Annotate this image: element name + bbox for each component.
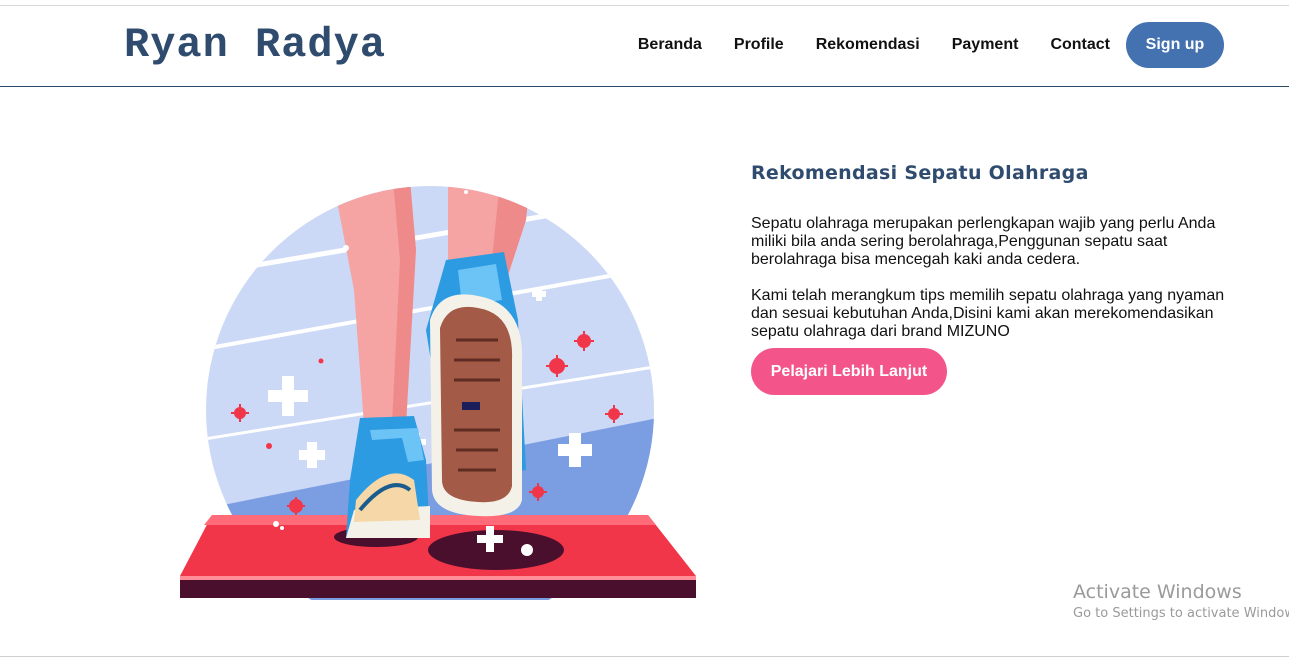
nav-link-payment[interactable]: Payment (952, 22, 1019, 68)
nav-link-contact[interactable]: Contact (1050, 22, 1110, 68)
activate-windows-watermark: Activate Windows Go to Settings to activ… (1073, 580, 1289, 623)
site-header: Ryan Radya Beranda Profile Rekomendasi P… (0, 6, 1289, 87)
activate-windows-subtitle: Go to Settings to activate Windows. (1073, 606, 1289, 621)
activate-windows-title: Activate Windows (1073, 581, 1242, 603)
signup-button[interactable]: Sign up (1126, 22, 1224, 68)
site-logo[interactable]: Ryan Radya (124, 20, 386, 70)
learn-more-button[interactable]: Pelajari Lebih Lanjut (751, 348, 947, 395)
hero-paragraph-2: Kami telah merangkum tips memilih sepatu… (751, 287, 1225, 340)
nav-link-beranda[interactable]: Beranda (638, 22, 702, 68)
hero-heading: Rekomendasi Sepatu Olahraga (751, 162, 1089, 184)
nav-link-profile[interactable]: Profile (734, 22, 784, 68)
running-shoes-illustration (180, 186, 696, 600)
nav-link-rekomendasi[interactable]: Rekomendasi (816, 22, 920, 68)
main-nav: Beranda Profile Rekomendasi Payment Cont… (638, 22, 1224, 68)
hero-content: Rekomendasi Sepatu Olahraga Sepatu olahr… (751, 160, 1241, 395)
bottom-divider (0, 656, 1289, 657)
hero-paragraph-1: Sepatu olahraga merupakan perlengkapan w… (751, 215, 1216, 268)
